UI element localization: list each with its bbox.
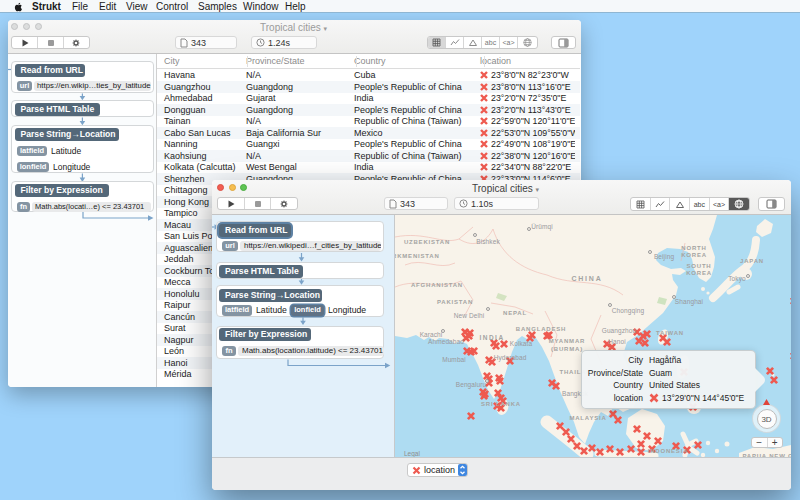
svg-text:Legal: Legal (404, 450, 420, 457)
